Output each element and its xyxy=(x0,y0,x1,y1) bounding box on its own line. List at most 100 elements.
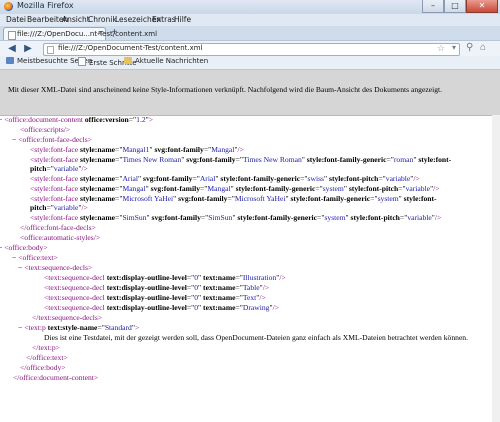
xml-line: <office:scripts/> xyxy=(20,125,70,134)
xml-line: <style:font-face style:name="SimSun" svg… xyxy=(30,213,441,222)
page-icon xyxy=(47,46,54,54)
xml-token: Text xyxy=(242,293,257,302)
xml-token: <text:sequence-decl xyxy=(44,273,105,282)
xml-token: =" xyxy=(192,174,200,183)
menu-datei[interactable]: Datei xyxy=(6,15,26,24)
xml-token: > xyxy=(134,323,140,332)
forward-button[interactable]: ▶ xyxy=(22,43,34,55)
xml-line: </office:body> xyxy=(20,363,66,372)
xml-token: Mangal xyxy=(122,184,146,193)
menu-hilfe[interactable]: Hilfe xyxy=(174,15,191,24)
xml-info-message: Mit dieser XML-Datei sind anscheinend ke… xyxy=(0,70,500,116)
xml-token: =" xyxy=(370,194,378,203)
tab-close-icon[interactable]: × xyxy=(97,29,102,38)
url-bar[interactable]: file:///Z:/OpenDocument-Test/content.xml… xyxy=(43,43,460,56)
new-tab-button[interactable]: + xyxy=(108,27,121,39)
xml-token: variable xyxy=(53,203,79,212)
maximize-button[interactable]: □ xyxy=(444,0,466,13)
xml-token: /> xyxy=(81,203,88,212)
xml-token: <style:font-face xyxy=(30,213,79,222)
xml-token: /> xyxy=(81,164,88,173)
xml-token: <style:font-face xyxy=(30,194,79,203)
xml-token: style:font- xyxy=(401,194,437,203)
home-icon[interactable]: ⌂ xyxy=(480,42,486,53)
xml-token: style:font-pitch xyxy=(327,174,379,183)
xml-token: style:font-pitch xyxy=(348,213,400,222)
xml-token: Standard xyxy=(104,323,132,332)
xml-token: style:font-family-generic xyxy=(235,213,318,222)
xml-line: </text:sequence-decls> xyxy=(32,313,102,322)
firefox-logo-icon xyxy=(4,2,13,11)
menu-extras[interactable]: Extras xyxy=(152,15,176,24)
window-title: Mozilla Firefox xyxy=(17,1,74,10)
xml-token: text:style-name xyxy=(45,323,98,332)
tab-content-xml[interactable]: file:///Z:/OpenDocu...nt-Test/content.xm… xyxy=(3,27,157,41)
xml-token: office:version xyxy=(82,115,129,124)
minimize-button[interactable]: – xyxy=(422,0,444,13)
xml-token: style:font-family-generic xyxy=(233,184,316,193)
xml-token: </text:p> xyxy=(32,343,60,352)
xml-token: <style:font-face xyxy=(30,155,79,164)
xml-line: <style:font-face style:name="Mangal1" sv… xyxy=(30,145,244,154)
xml-token: <office:font-face-decls> xyxy=(18,135,92,144)
bookmarks-toolbar: Meistbesuchte Seiten Erste Schritte Aktu… xyxy=(0,56,500,70)
xml-token: style:name xyxy=(78,145,116,154)
bookmark-latest-headlines[interactable]: Aktuelle Nachrichten xyxy=(124,57,208,65)
xml-token: /> xyxy=(237,145,244,154)
xml-token: variable xyxy=(53,164,79,173)
navigation-bar: ◀ ▶ file:///Z:/OpenDocument-Test/content… xyxy=(0,40,500,57)
xml-line: − <office:body> xyxy=(0,243,48,252)
tab-title: file:///Z:/OpenDocu...nt-Test/content.xm… xyxy=(17,30,158,38)
xml-token: <text:sequence-decls> xyxy=(24,263,93,272)
xml-token: </office:font-face-decls> xyxy=(20,223,96,232)
xml-token: svg:font-family xyxy=(148,184,201,193)
xml-token: Table xyxy=(242,283,260,292)
xml-token: =" xyxy=(378,174,386,183)
xml-token: variable xyxy=(385,174,411,183)
url-text[interactable]: file:///Z:/OpenDocument-Test/content.xml xyxy=(58,44,203,52)
xml-token: Illustration xyxy=(242,273,277,282)
xml-token: Times New Roman xyxy=(243,155,302,164)
xml-token: /> xyxy=(259,293,266,302)
xml-token: style:font-family-generic xyxy=(218,174,301,183)
xml-token: <office:automatic-styles/> xyxy=(20,233,101,242)
xml-token: svg:font-family xyxy=(149,213,201,222)
search-icon[interactable]: ⚲ xyxy=(466,42,473,53)
xml-line: </office:text> xyxy=(26,353,68,362)
back-button[interactable]: ◀ xyxy=(6,43,18,55)
xml-line: pitch="variable"/> xyxy=(30,203,88,212)
xml-token: style:name xyxy=(78,174,116,183)
xml-token: Mangal xyxy=(207,184,231,193)
menu-ansicht[interactable]: Ansicht xyxy=(62,15,90,24)
bookmark-star-icon[interactable]: ☆ xyxy=(437,43,445,54)
url-dropdown-icon[interactable]: ▾ xyxy=(452,43,456,52)
xml-token: style:name xyxy=(78,184,116,193)
xml-token: Arial xyxy=(199,174,216,183)
close-window-button[interactable]: ✕ xyxy=(466,0,498,13)
xml-line: pitch="variable"/> xyxy=(30,164,88,173)
xml-line: <office:automatic-styles/> xyxy=(20,233,100,242)
xml-token: svg:font-family xyxy=(141,174,193,183)
xml-token: <style:font-face xyxy=(30,174,79,183)
xml-line: <text:sequence-decl text:display-outline… xyxy=(44,293,266,302)
xml-token: style:font-pitch xyxy=(346,184,399,193)
xml-line: </text:p> xyxy=(32,343,60,352)
xml-token: Mangal1 xyxy=(122,145,150,154)
xml-token: =" xyxy=(46,164,54,173)
xml-token: text:display-outline-level xyxy=(104,283,187,292)
xml-token: /> xyxy=(433,184,440,193)
xml-token: Mangal xyxy=(211,145,235,154)
xml-token: style:name xyxy=(78,194,116,203)
xml-line: <style:font-face style:name="Arial" svg:… xyxy=(30,174,420,183)
window-titlebar: Mozilla Firefox – □ ✕ xyxy=(0,0,500,14)
vertical-scrollbar[interactable] xyxy=(492,115,500,422)
xml-token: Microsoft YaHei xyxy=(234,194,286,203)
xml-line: − <office:document-content office:versio… xyxy=(0,115,153,124)
xml-token: </office:body> xyxy=(20,363,66,372)
xml-token: style:font-family-generic xyxy=(304,155,387,164)
rss-folder-icon xyxy=(124,57,132,64)
xml-token: <office:body> xyxy=(4,243,48,252)
menu-chronik[interactable]: Chronik xyxy=(88,15,117,24)
xml-token: style:name xyxy=(78,155,116,164)
xml-line: <text:sequence-decl text:display-outline… xyxy=(44,273,286,282)
